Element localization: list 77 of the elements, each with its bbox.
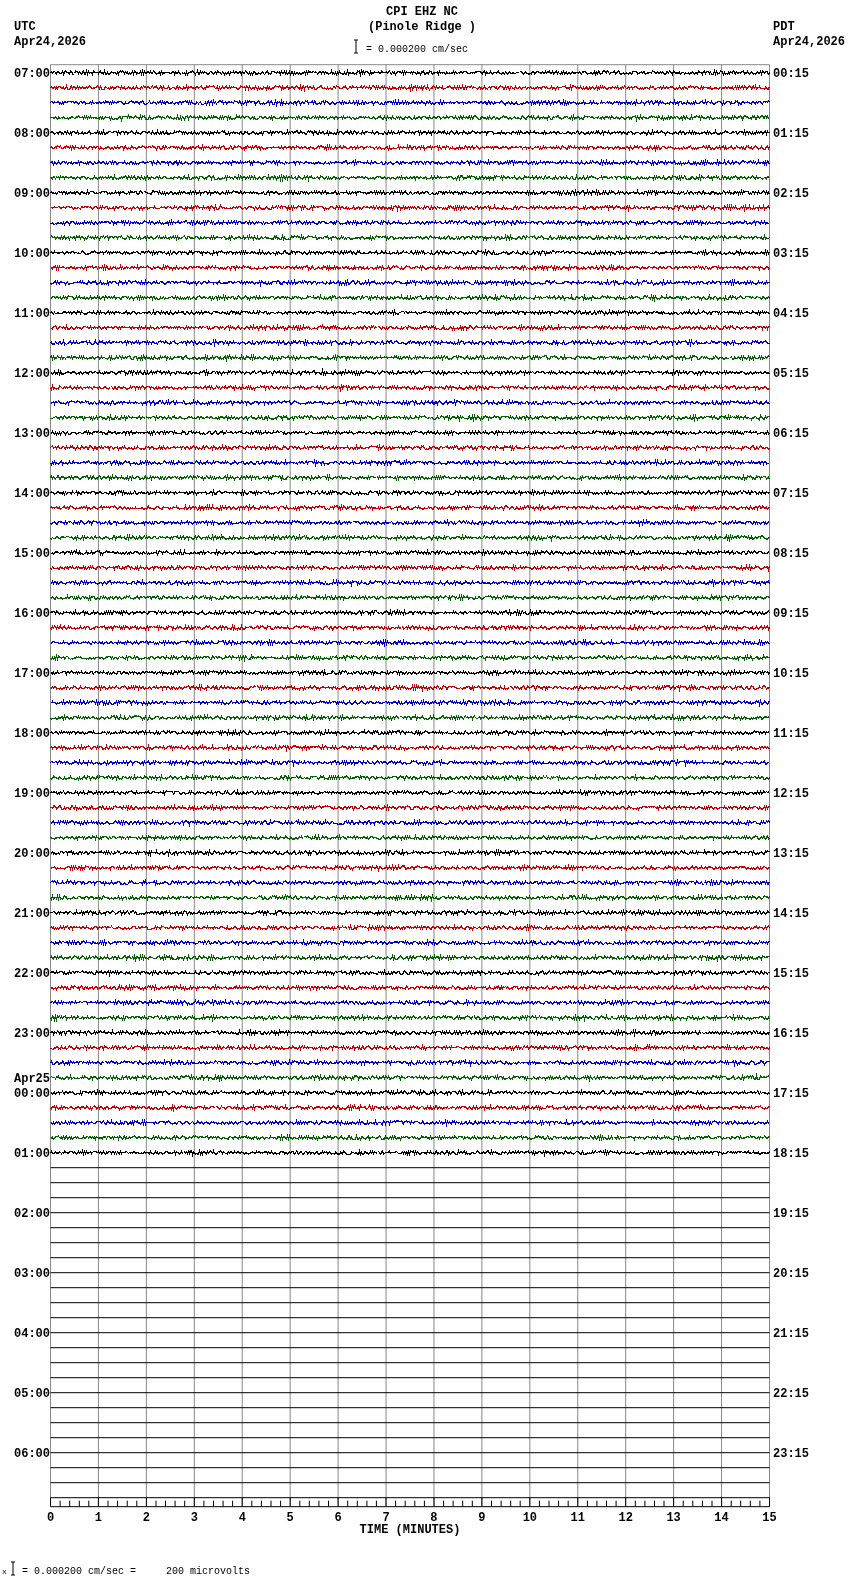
axis-title: TIME (MINUTES) (359, 1522, 461, 1537)
utc-time-label: 18:00 (14, 726, 50, 741)
pdt-time-label: 14:15 (773, 906, 809, 921)
pdt-time-label: 15:15 (773, 966, 809, 981)
utc-time-label: 03:00 (14, 1266, 50, 1281)
pdt-time-label: 20:15 (773, 1266, 809, 1281)
axis-tick-label: 5 (286, 1510, 294, 1525)
pdt-time-label: 17:15 (773, 1086, 809, 1101)
pdt-time-label: 23:15 (773, 1446, 809, 1461)
axis-tick-label: 15 (762, 1510, 777, 1525)
scale-bar-icon (353, 39, 359, 54)
utc-time-label: 07:00 (14, 66, 50, 81)
axis-tick-label: 7 (382, 1510, 390, 1525)
scale-mark: x (2, 1567, 7, 1576)
pdt-time-label: 21:15 (773, 1326, 809, 1341)
utc-time-label: 16:00 (14, 606, 50, 621)
utc-time-label: 23:00 (14, 1026, 50, 1041)
pdt-time-label: 06:15 (773, 426, 809, 441)
utc-time-label: 10:00 (14, 246, 50, 261)
axis-tick-label: 1 (94, 1510, 103, 1525)
utc-time-label: 14:00 (14, 486, 50, 501)
pdt-time-label: 00:15 (773, 66, 809, 81)
pdt-time-label: 02:15 (773, 186, 809, 201)
utc-time-label: 13:00 (14, 426, 50, 441)
axis-tick-label: 8 (430, 1510, 438, 1525)
pdt-time-label: 07:15 (773, 486, 809, 501)
pdt-time-label: 16:15 (773, 1026, 809, 1041)
utc-time-label: 22:00 (14, 966, 50, 981)
utc-time-label: 06:00 (14, 1446, 50, 1461)
station-title: CPI EHZ NC (386, 5, 458, 19)
utc-time-label: 02:00 (14, 1206, 50, 1221)
axis-tick-label: 6 (334, 1510, 342, 1525)
utc-time-label: 17:00 (14, 666, 50, 681)
utc-time-label: 19:00 (14, 786, 50, 801)
pdt-time-label: 09:15 (773, 606, 809, 621)
utc-time-label: 12:00 (14, 366, 50, 381)
time-zone-label: PDT (773, 20, 795, 34)
pdt-time-label: 05:15 (773, 366, 809, 381)
utc-time-label: 09:00 (14, 186, 50, 201)
pdt-time-label: 22:15 (773, 1386, 809, 1401)
scale-bar-icon (10, 1561, 16, 1576)
utc-time-label: 01:00 (14, 1146, 50, 1161)
axis-tick-label: 10 (522, 1510, 538, 1525)
pdt-time-label: 12:15 (773, 786, 809, 801)
date-label: Apr24,2026 (773, 35, 845, 49)
pdt-time-label: 19:15 (773, 1206, 809, 1221)
pdt-time-label: 03:15 (773, 246, 809, 261)
axis-tick-label: 12 (618, 1510, 633, 1525)
utc-time-label: 05:00 (14, 1386, 50, 1401)
utc-time-label: 15:00 (14, 546, 50, 561)
utc-time-label: 08:00 (14, 126, 50, 141)
axis-tick-label: 11 (570, 1510, 585, 1525)
pdt-time-label: 13:15 (773, 846, 809, 861)
pdt-time-label: 01:15 (773, 126, 809, 141)
time-zone-label: UTC (14, 20, 36, 34)
axis-tick-label: 9 (478, 1510, 486, 1525)
pdt-time-label: 08:15 (773, 546, 809, 561)
axis-tick-label: 13 (666, 1510, 681, 1525)
pdt-time-label: 18:15 (773, 1146, 809, 1161)
axis-tick-label: 4 (238, 1510, 246, 1525)
date-label: Apr25 (14, 1071, 50, 1086)
axis-tick-label: 2 (142, 1510, 150, 1525)
pdt-time-label: 10:15 (773, 666, 809, 681)
utc-time-label: 20:00 (14, 846, 50, 861)
axis-tick-label: 3 (190, 1510, 198, 1525)
utc-time-label: 11:00 (14, 306, 50, 321)
axis-tick-label: 14 (714, 1510, 729, 1525)
utc-time-label: 04:00 (14, 1326, 50, 1341)
scale-label: = 0.000200 cm/sec (366, 44, 469, 55)
axis-tick-label: 0 (46, 1510, 55, 1525)
station-location: (Pinole Ridge ) (368, 20, 476, 34)
utc-time-label: 00:00 (14, 1086, 50, 1101)
pdt-time-label: 11:15 (773, 726, 809, 741)
date-label: Apr24,2026 (14, 35, 86, 49)
scale-note: = 0.000200 cm/sec = 200 microvolts (22, 1566, 251, 1577)
pdt-time-label: 04:15 (773, 306, 809, 321)
utc-time-label: 21:00 (14, 906, 50, 921)
